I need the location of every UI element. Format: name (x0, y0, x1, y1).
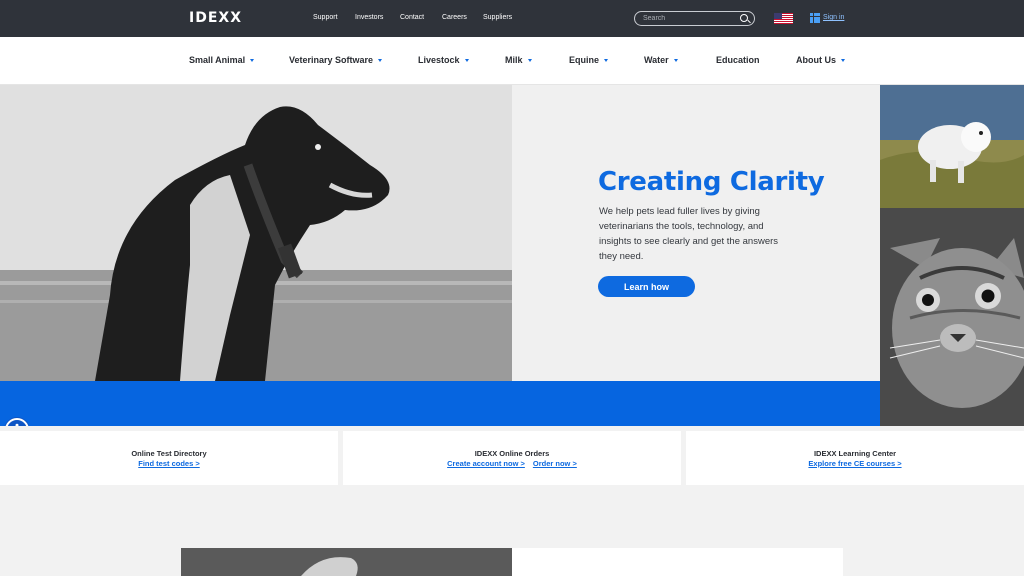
careers-link[interactable]: Careers (442, 14, 467, 21)
search-box (634, 11, 755, 26)
card-title: IDEXX Online Orders (474, 449, 550, 458)
sheepdog-image (880, 85, 1024, 208)
caret-down-icon (841, 58, 845, 62)
support-link[interactable]: Support (313, 14, 338, 21)
search-icon[interactable] (740, 14, 748, 22)
nav-label: Water (644, 55, 669, 65)
find-test-codes-link[interactable]: Find test codes > (138, 459, 199, 468)
grid-icon (810, 13, 820, 23)
card-title: IDEXX Learning Center (813, 449, 897, 458)
contact-link[interactable]: Contact (400, 14, 424, 21)
bottom-feature-image (181, 548, 512, 576)
card-online-test-directory: Online Test Directory Find test codes > (0, 431, 338, 485)
nav-label: About Us (796, 55, 836, 65)
card-idexx-online-orders: IDEXX Online Orders Create account now >… (343, 431, 681, 485)
nav-equine[interactable]: Equine (569, 55, 609, 65)
main-nav: Small Animal Veterinary Software Livesto… (0, 37, 1024, 85)
card-idexx-learning-center: IDEXX Learning Center Explore free CE co… (686, 431, 1024, 485)
caret-down-icon (250, 58, 255, 62)
caret-down-icon (673, 58, 678, 62)
order-now-link[interactable]: Order now > (533, 459, 577, 468)
nav-water[interactable]: Water (644, 55, 678, 65)
caret-down-icon (604, 58, 609, 62)
nav-label: Livestock (418, 55, 460, 65)
nav-label: Milk (505, 55, 523, 65)
sign-in-link[interactable]: Sign in (823, 14, 844, 21)
create-account-link[interactable]: Create account now > (447, 459, 525, 468)
caret-down-icon (527, 58, 532, 62)
suppliers-link[interactable]: Suppliers (483, 14, 512, 21)
nav-small-animal[interactable]: Small Animal (189, 55, 255, 65)
card-title: Online Test Directory (131, 449, 207, 458)
idexx-logo[interactable]: IDEXX (189, 10, 242, 26)
nav-livestock[interactable]: Livestock (418, 55, 469, 65)
nav-label: Equine (569, 55, 600, 65)
caret-down-icon (464, 58, 469, 62)
investors-link[interactable]: Investors (355, 14, 383, 21)
caret-down-icon (378, 58, 383, 62)
us-flag-icon[interactable] (774, 13, 793, 24)
nav-about-us[interactable]: About Us (796, 55, 845, 65)
nav-milk[interactable]: Milk (505, 55, 532, 65)
learn-how-button[interactable]: Learn how (598, 276, 695, 297)
hero-title: Creating Clarity (598, 167, 825, 197)
explore-ce-courses-link[interactable]: Explore free CE courses > (808, 459, 901, 468)
nav-education[interactable]: Education (716, 55, 760, 65)
utility-bar: IDEXX Support Investors Contact Careers … (0, 0, 1024, 37)
nav-veterinary-software[interactable]: Veterinary Software (289, 55, 383, 65)
nav-label: Education (716, 55, 760, 65)
hero-text: We help pets lead fuller lives by giving… (599, 206, 779, 262)
cat-image (880, 208, 1024, 426)
blue-band (0, 381, 880, 426)
bottom-feature-panel (512, 548, 843, 576)
nav-label: Small Animal (189, 55, 246, 65)
search-input[interactable] (643, 13, 738, 24)
nav-label: Veterinary Software (289, 55, 374, 65)
hero-dog-image (0, 85, 512, 381)
